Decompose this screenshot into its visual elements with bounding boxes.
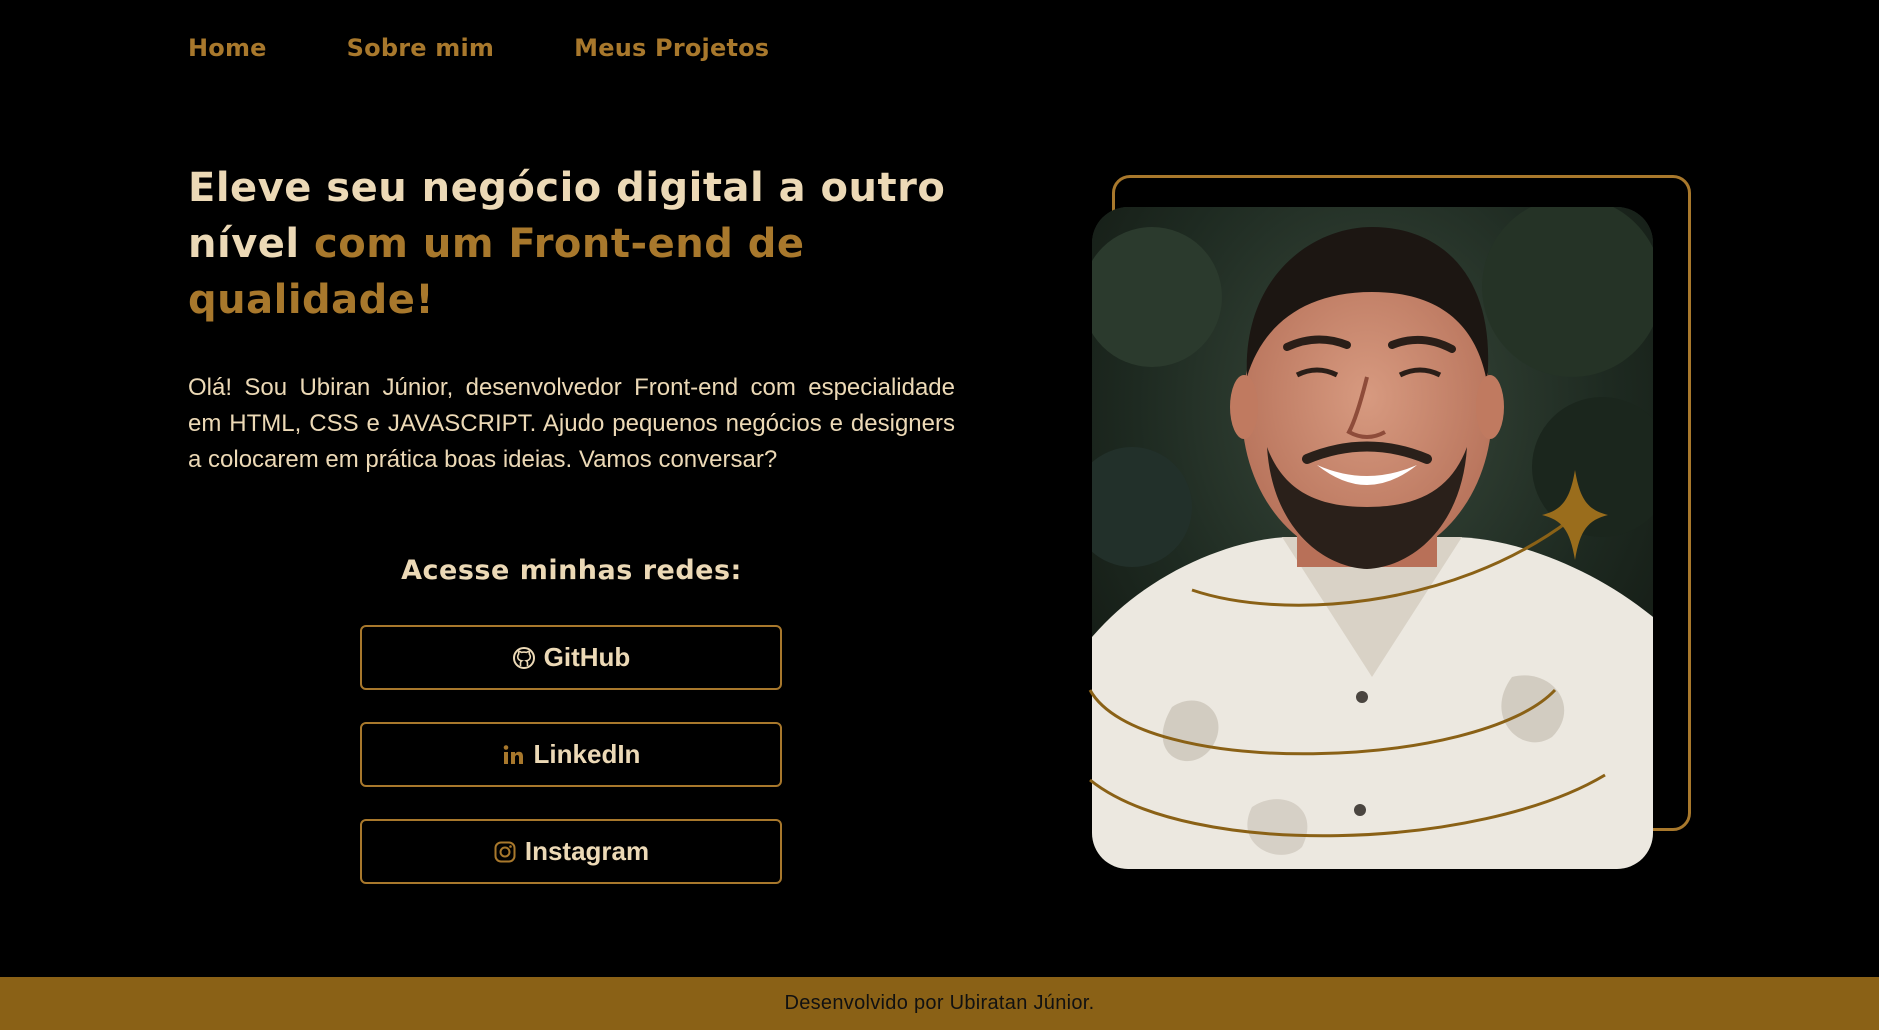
nav-projects-link[interactable]: Meus Projetos <box>574 34 769 62</box>
github-label: GitHub <box>543 642 631 672</box>
footer-credit: Desenvolvido por Ubiratan Júnior. <box>784 992 1095 1014</box>
linkedin-button[interactable]: LinkedIn <box>360 722 782 787</box>
linkedin-icon <box>502 743 526 767</box>
instagram-label: Instagram <box>524 836 650 866</box>
footer: Desenvolvido por Ubiratan Júnior. <box>0 977 1879 1030</box>
instagram-button[interactable]: Instagram <box>360 819 782 884</box>
nav-about-link[interactable]: Sobre mim <box>347 34 494 62</box>
socials-title: Acesse minhas redes: <box>401 555 742 586</box>
top-nav: Home Sobre mim Meus Projetos <box>188 34 769 62</box>
nav-home-link[interactable]: Home <box>188 34 267 62</box>
linkedin-label: LinkedIn <box>533 739 641 769</box>
profile-photo <box>1092 207 1653 869</box>
github-button[interactable]: GitHub <box>360 625 782 690</box>
hero-title: Eleve seu negócio digital a outro nível … <box>188 160 968 328</box>
github-icon <box>512 646 536 670</box>
hero-description: Olá! Sou Ubiran Júnior, desenvolvedor Fr… <box>188 374 955 473</box>
instagram-icon <box>493 840 517 864</box>
